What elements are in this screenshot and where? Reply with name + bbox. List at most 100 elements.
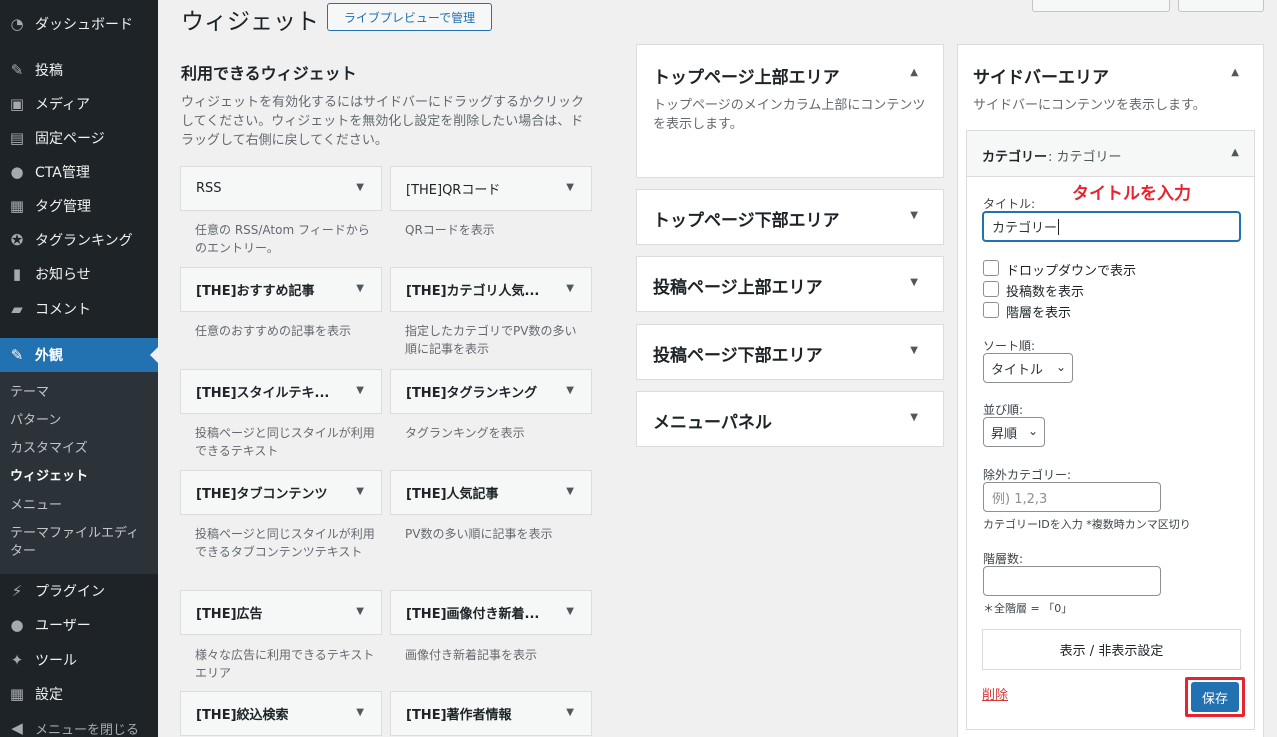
widget-tile[interactable]: [THE]人気記事 ▼ [390,470,592,515]
widget-description: QRコードを表示 [405,223,495,237]
widget-tile[interactable]: [THE]おすすめ記事 ▼ [180,267,382,312]
area-title: トップページ上部エリア [653,68,840,88]
exclude-label: 除外カテゴリー: [983,468,1072,482]
sidebar-area-description: サイドバーにコンテンツを表示します。 [973,98,1206,113]
order-select[interactable]: 昇順 ⌄ [983,417,1045,447]
sort-select[interactable]: タイトル ⌄ [983,353,1073,383]
widget-area-menu-panel[interactable]: メニューパネル ▼ [636,391,944,447]
collapse-menu-button[interactable]: ◀ メニューを閉じる [0,711,158,737]
widget-tile[interactable]: [THE]QRコード ▼ [390,166,592,211]
submenu-theme-editor[interactable]: テーマファイルエディター [10,525,150,561]
title-input-value: カテゴリー [992,221,1058,236]
menu-item-cta[interactable]: ● CTA管理 [0,155,158,189]
user-icon: ● [10,616,24,634]
caret-down-icon: ▼ [566,283,574,294]
menu-item-settings[interactable]: ▦ 設定 [0,677,158,711]
dashboard-icon: ◔ [10,15,24,33]
top-accessibility-link[interactable] [805,0,1025,8]
widget-area-post-lower[interactable]: 投稿ページ下部エリア ▼ [636,324,944,380]
menu-item-label: コメント [35,302,91,318]
widget-tile[interactable]: RSS ▼ [180,166,382,211]
menu-item-posts[interactable]: ✎ 投稿 [0,53,158,87]
post-count-checkbox[interactable] [983,281,999,297]
text-cursor [1058,218,1060,235]
plugin-icon: ⚡ [11,582,23,600]
submenu-customize[interactable]: カスタマイズ [10,440,150,458]
caret-down-icon: ▼ [566,707,574,718]
pin-icon: ✎ [10,61,24,79]
widget-tile[interactable]: [THE]画像付き新着... ▼ [390,590,592,635]
widget-area-top-lower[interactable]: トップページ下部エリア ▼ [636,189,944,245]
top-button-1[interactable] [1032,0,1170,12]
widget-tile[interactable]: [THE]タグランキング ▼ [390,369,592,414]
menu-item-notices[interactable]: ▮ お知らせ [0,257,158,291]
caret-down-icon: ▼ [566,182,574,193]
widget-tile[interactable]: [THE]絞込検索 ▼ [180,691,382,736]
exclude-input[interactable]: 例) 1,2,3 [983,482,1161,512]
menu-item-label: お知らせ [35,267,91,283]
page-icon: ▤ [9,129,25,147]
widget-tile[interactable]: [THE]カテゴリ人気... ▼ [390,267,592,312]
widget-tile[interactable]: [THE]スタイルテキ... ▼ [180,369,382,414]
widget-description: 任意の RSS/Atom フィードからのエントリー。 [195,223,370,255]
menu-item-tag-manage[interactable]: ▦ タグ管理 [0,189,158,223]
submenu-patterns[interactable]: パターン [10,412,150,430]
dropdown-checkbox[interactable] [983,260,999,276]
widget-area-top-upper[interactable]: トップページ上部エリア ▲ トップページのメインカラム上部にコンテンツを表示しま… [636,44,944,178]
menu-item-plugins[interactable]: ⚡ プラグイン [0,574,158,608]
widget-area-post-upper[interactable]: 投稿ページ上部エリア ▼ [636,256,944,312]
delete-link[interactable]: 削除 [982,684,1008,703]
top-button-2[interactable] [1178,0,1264,12]
depth-help: ＊全階層 = 「0」 [983,602,1073,615]
caret-down-icon[interactable]: ▼ [910,277,918,288]
widget-name: [THE]カテゴリ人気... [406,284,540,299]
title-input[interactable]: カテゴリー [982,211,1241,242]
submenu-menus[interactable]: メニュー [10,497,150,515]
live-preview-button[interactable]: ライブプレビューで管理 [327,3,492,31]
menu-item-media[interactable]: ▣ メディア [0,87,158,121]
save-button[interactable]: 保存 [1191,682,1239,712]
caret-down-icon: ▼ [356,606,364,617]
caret-up-icon[interactable]: ▲ [1231,147,1239,158]
menu-item-users[interactable]: ● ユーザー [0,608,158,642]
category-widget-header[interactable]: カテゴリー : カテゴリー ▲ [967,131,1254,177]
available-widgets-title: 利用できるウィジェット [181,64,357,83]
menu-item-label: プラグイン [35,584,105,600]
caret-down-icon[interactable]: ▼ [910,412,918,423]
caret-down-icon[interactable]: ▼ [910,210,918,221]
book-icon: ▮ [12,265,22,283]
caret-down-icon[interactable]: ▼ [910,345,918,356]
widget-name: [THE]絞込検索 [196,708,289,723]
category-widget: カテゴリー : カテゴリー ▲ タイトル: タイトルを入力 カテゴリー ドロップ… [966,130,1255,730]
caret-down-icon: ▼ [566,606,574,617]
post-count-checkbox-label: 投稿数を表示 [1006,285,1085,300]
depth-input[interactable] [983,566,1161,596]
menu-item-appearance[interactable]: ✎ 外観 [0,338,158,372]
menu-item-pages[interactable]: ▤ 固定ページ [0,121,158,155]
submenu-widgets[interactable]: ウィジェット [10,468,150,486]
widget-header-name: カテゴリー [982,150,1048,165]
menu-item-tools[interactable]: ✦ ツール [0,643,158,677]
area-title: 投稿ページ上部エリア [653,278,823,298]
tag-layout-icon: ▦ [9,197,25,215]
widget-tile[interactable]: [THE]広告 ▼ [180,590,382,635]
exclude-help: カテゴリーIDを入力 *複数時カンマ区切り [983,518,1191,531]
menu-item-dashboard[interactable]: ◔ ダッシュボード [0,7,158,41]
visibility-settings-button[interactable]: 表示 / 非表示設定 [982,629,1241,670]
submenu-themes[interactable]: テーマ [10,384,150,402]
widget-tile[interactable]: [THE]タブコンテンツ ▼ [180,470,382,515]
lightbulb-icon: ● [10,163,24,181]
widget-name: [THE]広告 [196,607,263,622]
widget-tile[interactable]: [THE]著作者情報 ▼ [390,691,592,736]
menu-item-tag-ranking[interactable]: ✪ タグランキング [0,223,158,257]
annotation-text: タイトルを入力 [1072,184,1191,204]
widget-description: 投稿ページと同じスタイルが利用できるテキスト [195,426,375,458]
widget-name: [THE]QRコード [406,183,501,198]
hierarchy-checkbox[interactable] [983,302,999,318]
menu-item-label: メディア [35,97,91,113]
caret-up-icon[interactable]: ▲ [1231,67,1239,78]
caret-up-icon[interactable]: ▲ [910,67,918,78]
menu-item-comments[interactable]: ▰ コメント [0,292,158,326]
order-label: 並び順: [983,403,1024,417]
caret-down-icon: ▼ [566,486,574,497]
